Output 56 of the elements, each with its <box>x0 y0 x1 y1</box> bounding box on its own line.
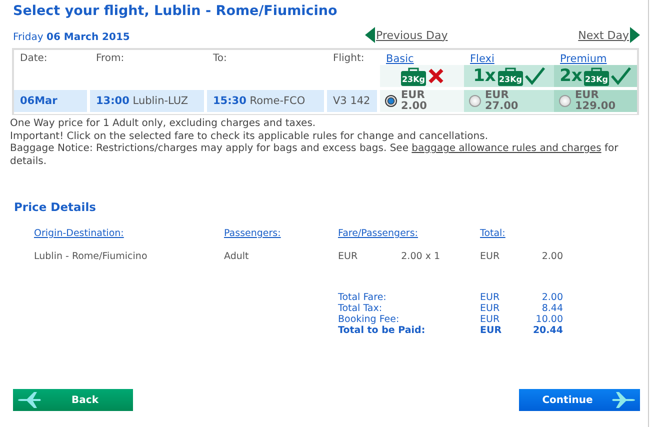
baggage-rules-link[interactable]: baggage allowance rules and charges <box>412 143 602 154</box>
currency-text: EUR <box>480 251 500 262</box>
fare-note: One Way price for 1 Adult only, excluding charges and taxes. <box>10 118 317 130</box>
flight-number-cell: V3 142 <box>327 90 377 112</box>
origin-destination-header[interactable]: Origin-Destination: <box>34 228 124 239</box>
continue-button[interactable]: Continue <box>519 389 640 411</box>
total-amount: 20.44 <box>532 325 563 336</box>
currency-text: EUR <box>480 292 500 303</box>
bag-count: 2x <box>560 68 582 84</box>
page-title: Select your flight, Lublin - Rome/Fiumicino <box>13 3 338 19</box>
currency-text: EUR <box>480 325 502 336</box>
total-label: Total to be Paid: <box>338 325 426 336</box>
departure-cell: 13:00 Lublin-LUZ <box>90 90 204 112</box>
to-header: To: <box>213 53 227 64</box>
total-amount: 8.44 <box>542 303 563 314</box>
flight-header: Flight: <box>333 53 364 64</box>
passengers-header[interactable]: Passengers: <box>224 228 281 239</box>
fare-amount: 2.00 x 1 <box>401 251 440 262</box>
route-text: Lublin - Rome/Fiumicino <box>34 251 148 262</box>
currency-text: EUR <box>480 314 500 325</box>
airplane-icon <box>17 391 41 409</box>
fare-price: EUR 129.00 <box>575 90 616 112</box>
fare-price: EUR 2.00 <box>401 90 427 112</box>
fare-name-link[interactable]: Premium <box>560 53 607 65</box>
fare-radio[interactable] <box>559 95 571 107</box>
fare-note: Important! Click on the selected fare to check its applicable rules for change and cancellations. <box>10 130 489 143</box>
back-button[interactable]: Back <box>13 389 133 411</box>
fare-name-link[interactable]: Basic <box>386 53 414 65</box>
total-label: Total Tax: <box>338 303 382 314</box>
fare-radio[interactable] <box>469 95 481 107</box>
total-label: Total Fare: <box>338 292 386 303</box>
total-header[interactable]: Total: <box>480 228 506 239</box>
arrival-cell: 15:30 Rome-FCO <box>207 90 324 112</box>
currency-text: EUR <box>338 251 358 262</box>
total-label: Booking Fee: <box>338 314 400 325</box>
total-amount: 2.00 <box>542 292 563 303</box>
fare-name-link[interactable]: Flexi <box>470 53 494 65</box>
fare-per-passenger-header[interactable]: Fare/Passengers: <box>338 228 418 239</box>
section-heading: Price Details <box>14 200 97 214</box>
next-day-link[interactable]: Next Day <box>578 27 640 43</box>
total-amount: 2.00 <box>542 251 563 262</box>
date-header: Date: <box>20 53 48 64</box>
currency-text: EUR <box>480 303 500 314</box>
arrow-left-icon <box>365 27 375 43</box>
flight-date: Friday 06 March 2015 <box>13 32 130 43</box>
fare-price: EUR 27.00 <box>485 90 518 112</box>
airplane-icon <box>612 391 636 409</box>
total-amount: 10.00 <box>536 314 563 325</box>
arrow-right-icon <box>630 27 640 43</box>
from-header: From: <box>96 53 124 64</box>
passenger-type: Adult <box>224 251 249 262</box>
bag-count: 1x <box>473 68 496 84</box>
fare-radio[interactable] <box>385 95 397 107</box>
date-cell: 06Mar <box>14 90 87 112</box>
previous-day-link[interactable]: Previous Day <box>365 27 448 43</box>
fare-note: Baggage Notice: Restrictions/charges may apply for bags and excess bags. See baggage allowance rules and charges for details. <box>10 143 620 168</box>
